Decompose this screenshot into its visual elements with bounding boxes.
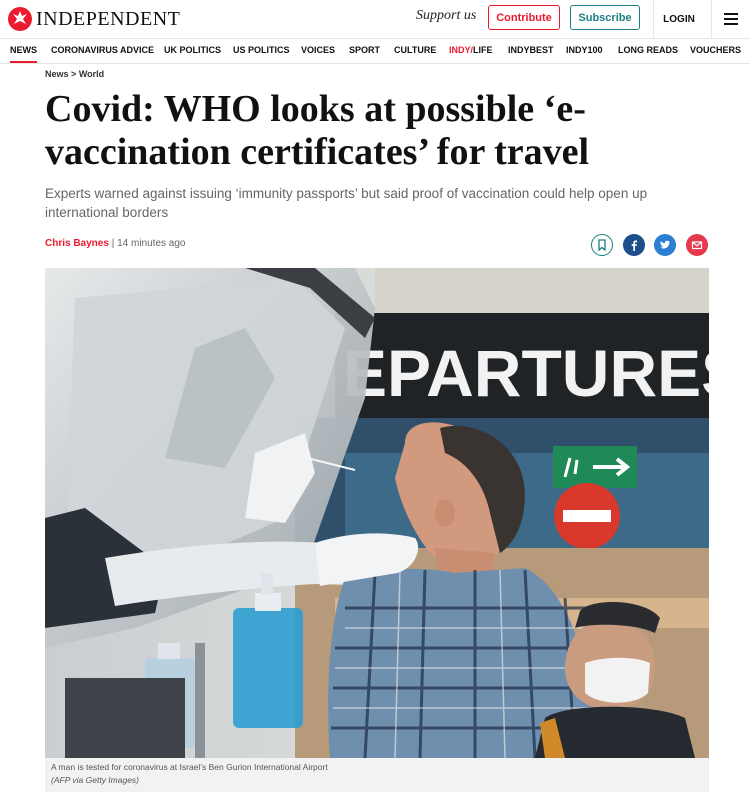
article-standfirst: Experts warned against issuing ‘immunity…	[45, 186, 648, 220]
airport-testing-scene: EPARTURES	[45, 268, 709, 758]
author-link[interactable]: Chris Baynes	[45, 238, 109, 249]
facebook-icon	[631, 240, 637, 251]
nav-item-indy100[interactable]: INDY100	[566, 39, 603, 63]
section-nav: NEWS CORONAVIRUS ADVICE UK POLITICS US P…	[0, 39, 750, 64]
top-bar: INDEPENDENT Support us Contribute Subscr…	[0, 0, 750, 39]
menu-button[interactable]	[712, 0, 750, 38]
nav-item-vouchers[interactable]: VOUCHERS	[690, 39, 741, 63]
breadcrumb-separator: >	[71, 69, 77, 79]
eagle-icon	[8, 7, 32, 31]
nav-item-indybest[interactable]: INDYBEST	[508, 39, 554, 63]
nav-item-long-reads[interactable]: LONG READS	[618, 39, 678, 63]
photo-caption: A man is tested for coronavirus at Israe…	[51, 762, 328, 772]
bookmark-button[interactable]	[591, 234, 613, 256]
subscribe-button[interactable]: Subscribe	[570, 5, 640, 30]
nav-item-news[interactable]: NEWS	[10, 39, 37, 63]
departures-sign-text: EPARTURES	[343, 336, 709, 410]
article-headline: Covid: WHO looks at possible ‘e-vaccinat…	[45, 88, 590, 173]
email-icon	[691, 241, 703, 250]
breadcrumb-world[interactable]: World	[79, 69, 104, 79]
nav-item-indy-life[interactable]: INDY/LIFE	[449, 39, 493, 63]
breadcrumb: News > World	[45, 69, 104, 79]
nav-item-uk-politics[interactable]: UK POLITICS	[164, 39, 221, 63]
facebook-share-button[interactable]	[623, 234, 645, 256]
bookmark-icon	[598, 239, 606, 251]
nav-item-coronavirus-advice[interactable]: CORONAVIRUS ADVICE	[51, 39, 154, 63]
breadcrumb-news[interactable]: News	[45, 69, 69, 79]
hamburger-icon	[724, 13, 738, 25]
nav-indy-suffix: LIFE	[473, 45, 493, 55]
photo-credit: (AFP via Getty Images)	[51, 775, 140, 785]
twitter-share-button[interactable]	[654, 234, 676, 256]
photo-caption-box: A man is tested for coronavirus at Israe…	[45, 758, 709, 792]
nav-item-voices[interactable]: VOICES	[301, 39, 335, 63]
twitter-icon	[660, 240, 670, 249]
nav-item-sport[interactable]: SPORT	[349, 39, 380, 63]
contribute-button[interactable]: Contribute	[488, 5, 560, 30]
support-us-label: Support us	[416, 8, 477, 23]
publish-time: 14 minutes ago	[117, 238, 186, 249]
logo-wordmark: INDEPENDENT	[36, 7, 181, 30]
site-logo[interactable]: INDEPENDENT	[8, 6, 180, 32]
nav-item-culture[interactable]: CULTURE	[394, 39, 436, 63]
byline-separator: |	[111, 238, 115, 249]
byline: Chris Baynes | 14 minutes ago	[45, 238, 185, 249]
nav-item-us-politics[interactable]: US POLITICS	[233, 39, 290, 63]
nav-indy-prefix: INDY/	[449, 45, 474, 55]
email-share-button[interactable]	[686, 234, 708, 256]
login-button[interactable]: LOGIN	[654, 0, 704, 38]
article-photo: EPARTURES	[45, 268, 709, 758]
